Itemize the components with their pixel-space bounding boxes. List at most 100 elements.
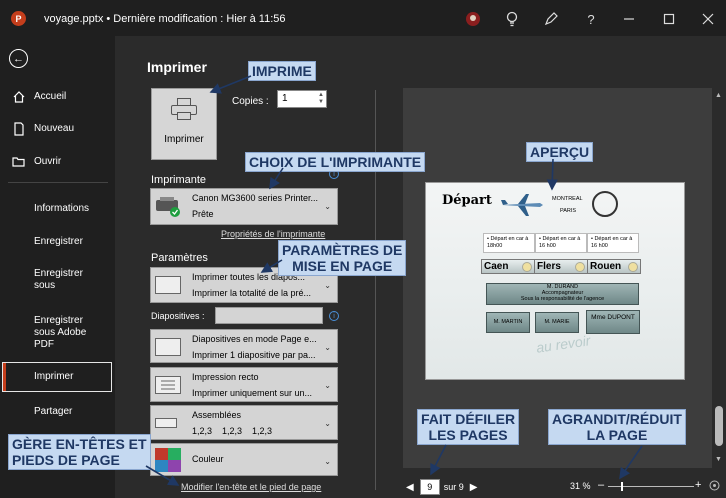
layout-dropdown[interactable]: Diapositives en mode Page e... Imprimer … [150,329,338,363]
print-button[interactable]: Imprimer [151,88,217,160]
collate-line2: 1,2,3 1,2,3 1,2,3 [192,426,273,436]
city-badge: Caen [481,259,535,274]
copies-spinner[interactable]: ▲ ▼ [318,92,324,106]
printer-name: Canon MG3600 series Printer... [192,193,319,203]
callout-imprime: IMPRIME [248,61,316,81]
organizer-note: Sous la responsabilité de l'agence [520,296,605,302]
sidebar-item-label: Ouvrir [34,156,62,167]
callout-headers: GÈRE EN-TÊTES ET PIEDS DE PAGE [8,434,151,470]
pen-icon[interactable] [542,10,560,28]
farewell-text: au revoir [535,332,592,356]
printer-dropdown[interactable]: Canon MG3600 series Printer... Prête ⌄ [150,188,338,225]
fit-to-window-icon[interactable] [709,480,720,491]
print-button-label: Imprimer [164,134,204,145]
city-badge-label: Rouen [590,261,622,272]
printer-status-icon [155,197,181,217]
sidebar-item-imprimer[interactable]: Imprimer [2,362,112,392]
sidebar-item-label: Accueil [34,91,67,102]
person-box: Mme DUPONT [586,310,640,334]
avatar-icon[interactable] [464,10,482,28]
page-number-input[interactable]: 9 [419,479,440,495]
airplane-icon [500,191,544,219]
city-badge: Rouen [587,259,641,274]
scroll-up-icon[interactable]: ▲ [715,92,722,99]
active-indicator [3,363,6,391]
departure-box: • Départ en car à 18h00 [483,233,535,253]
sides-dropdown[interactable]: Impression recto Imprimer uniquement sur… [150,367,338,402]
help-icon[interactable]: ? [582,10,600,28]
info-icon[interactable]: i [329,311,339,321]
slides-label: Diapositives : [151,311,205,321]
previous-page-icon[interactable]: ◀ [406,482,414,493]
edit-header-footer-link[interactable]: Modifier l'en-tête et le pied de page [181,482,321,492]
scrollbar-thumb[interactable] [715,406,723,446]
sidebar-item-label: Nouveau [34,123,75,134]
sidebar-item-label: Imprimer [34,371,74,382]
collated-icon [155,418,177,428]
next-page-icon[interactable]: ▶ [470,482,478,493]
layout-line1: Diapositives en mode Page e... [192,334,317,344]
preview-scrollbar[interactable]: ▲ ▼ [712,88,726,468]
slides-range-icon [155,276,181,294]
city-paris: PARIS [560,208,577,214]
new-document-icon [12,122,26,136]
color-dropdown[interactable]: Couleur ⌄ [150,443,338,476]
slide-title: Départ [442,193,492,208]
home-icon [12,90,26,104]
settings-section-title: Paramètres [151,252,208,264]
sidebar-item-label: Partager [34,406,73,417]
city-badge-label: Caen [484,261,509,272]
chevron-down-icon: ⌄ [324,281,331,290]
printer-properties-link[interactable]: Propriétés de l'imprimante [221,229,325,239]
zoom-slider-thumb[interactable] [621,482,623,491]
folder-open-icon [12,155,26,169]
copies-input[interactable]: 1 ▲ ▼ [277,90,327,108]
collate-line1: Assemblées [192,410,242,420]
layout-line2: Imprimer 1 diapositive par pa... [192,350,316,360]
sidebar-item-enregistrer-sous[interactable]: Enregistrer sous [0,267,115,291]
globe-icon [592,191,618,217]
sidebar-item-label: Enregistrer sous Adobe PDF [34,315,87,350]
back-arrow-icon[interactable]: ← [9,49,28,68]
chevron-down-icon: ⌄ [324,457,331,466]
sidebar-item-label: Enregistrer [34,236,83,247]
page-title: Imprimer [147,59,207,75]
maximize-icon[interactable] [660,10,678,28]
collate-dropdown[interactable]: Assemblées 1,2,3 1,2,3 1,2,3 ⌄ [150,405,338,440]
sidebar-item-enregistrer-pdf[interactable]: Enregistrer sous Adobe PDF [0,314,115,350]
chevron-down-icon: ⌄ [324,202,331,211]
page-count: sur 9 [443,482,464,492]
powerpoint-app-icon: P [11,11,26,26]
color-value: Couleur [192,454,224,464]
full-page-slide-icon [155,338,181,356]
organizer-box: M. DURAND Accompagnateur Sous la respons… [486,283,639,305]
chevron-down-icon: ⌄ [324,381,331,390]
city-badge: Flers [534,259,588,274]
slide-preview: Départ MONTREAL PARIS • Départ en car à … [425,182,685,380]
minimize-icon[interactable] [620,10,638,28]
printer-icon [171,98,197,120]
callout-settings: PARAMÈTRES DE MISE EN PAGE [278,240,407,276]
zoom-out-button[interactable]: – [598,479,604,491]
callout-printer: CHOIX DE L'IMPRIMANTE [245,152,426,172]
copies-value: 1 [282,93,288,104]
color-swatch-icon [155,448,181,472]
callout-pages: FAIT DÉFILER LES PAGES [417,409,520,445]
chevron-down-icon: ⌄ [324,419,331,428]
city-montreal: MONTREAL [552,196,583,202]
zoom-in-button[interactable]: + [695,479,701,491]
sides-line1: Impression recto [192,372,259,382]
slides-input[interactable] [215,307,323,324]
sides-line2: Imprimer uniquement sur un... [192,388,313,398]
scroll-down-icon[interactable]: ▼ [715,456,722,463]
close-icon[interactable] [699,10,717,28]
sidebar-item-label: Enregistrer sous [34,268,83,291]
chevron-down-icon: ⌄ [324,343,331,352]
printer-status: Prête [192,209,214,219]
callout-zoom: AGRANDIT/RÉDUIT LA PAGE [548,409,686,445]
backstage-sidebar: ← Accueil Nouveau Ouvrir Informations En… [0,36,115,498]
zoom-percent: 31 % [570,481,591,491]
city-badge-label: Flers [537,261,561,272]
person-box: M. MARIE [535,312,579,333]
lightbulb-icon[interactable] [503,10,521,28]
